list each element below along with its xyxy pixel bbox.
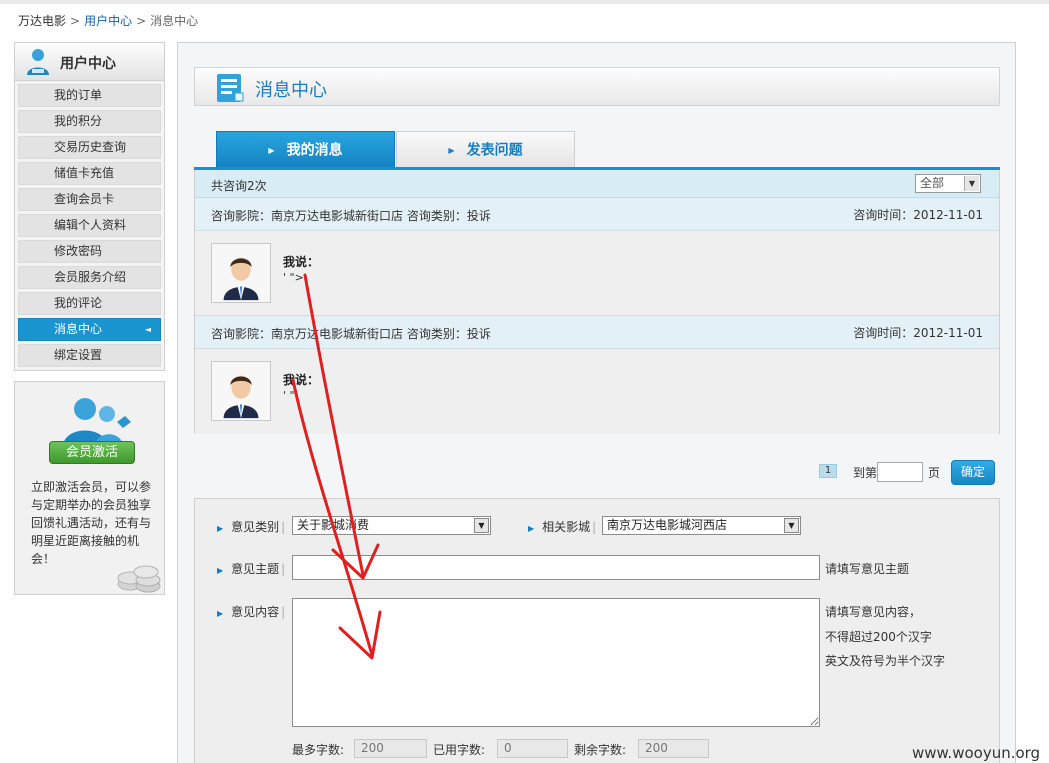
- subject-label: ▶ 意见主题 |: [217, 560, 285, 577]
- sidebar-item-binding-settings[interactable]: 绑定设置: [18, 344, 161, 367]
- breadcrumb-user-center[interactable]: 用户中心: [84, 14, 132, 28]
- page-number-link[interactable]: 1: [819, 464, 837, 478]
- content-label-text: 意见内容: [231, 605, 280, 619]
- dropdown-arrow-icon: ▼: [784, 518, 799, 533]
- sidebar-menu: 我的订单 我的积分 交易历史查询 储值卡充值 查询会员卡 编辑个人资料 修改密码…: [15, 81, 164, 367]
- avatar: [211, 361, 271, 421]
- label-divider: |: [281, 520, 286, 534]
- watermark: www.wooyun.org: [912, 744, 1041, 762]
- member-activation-promo: 会员激活 立即激活会员，可以参与定期举办的会员独享回馈礼遇活动，还有与明星近距离…: [14, 381, 165, 595]
- sidebar-item-stored-value-recharge[interactable]: 储值卡充值: [18, 162, 161, 185]
- triangle-right-icon: ▶: [217, 609, 224, 618]
- tab-post-question[interactable]: ▶ 发表问题: [396, 131, 575, 168]
- goto-page-label: 到第: [853, 466, 878, 480]
- cinema-label-text: 相关影城: [542, 520, 591, 534]
- message-time: 咨询时间：2012-11-01: [853, 208, 983, 222]
- sidebar-item-transaction-history[interactable]: 交易历史查询: [18, 136, 161, 159]
- triangle-right-icon: ▶: [268, 146, 275, 155]
- top-divider: [0, 0, 1049, 4]
- cinema-select[interactable]: 南京万达电影城河西店 ▼: [602, 516, 801, 535]
- label-divider: |: [281, 562, 286, 576]
- sidebar: 用户中心 我的订单 我的积分 交易历史查询 储值卡充值 查询会员卡 编辑个人资料…: [14, 42, 165, 371]
- content-hint-line-1: 请填写意见内容，: [825, 605, 922, 619]
- triangle-right-icon: ▶: [217, 524, 224, 533]
- sidebar-title: 用户中心: [60, 56, 116, 72]
- category-select[interactable]: 关于影城消费 ▼: [292, 516, 491, 535]
- content-label: ▶ 意见内容 |: [217, 603, 285, 620]
- message-cinema-info: 咨询影院：南京万达电影城新街口店 咨询类别：投诉: [211, 327, 491, 341]
- message-list-icon: [217, 74, 244, 102]
- subject-hint: 请填写意见主题: [825, 562, 910, 576]
- subject-label-text: 意见主题: [231, 562, 280, 576]
- category-label: ▶ 意见类别 |: [217, 518, 285, 535]
- feedback-form: ▶ 意见类别 | 关于影城消费 ▼ ▶ 相关影城 | 南京万达电影城河西店 ▼ ▶ 意见主…: [194, 498, 1000, 763]
- confirm-page-button[interactable]: 确定: [951, 460, 995, 485]
- sidebar-item-orders[interactable]: 我的订单: [18, 84, 161, 107]
- triangle-right-icon: ▶: [528, 524, 535, 533]
- subject-input[interactable]: [292, 555, 820, 580]
- sidebar-item-query-member-card[interactable]: 查询会员卡: [18, 188, 161, 211]
- message-cinema-info: 咨询影院：南京万达电影城新街口店 咨询类别：投诉: [211, 209, 491, 223]
- cinema-value: 南京万达电影城河西店: [607, 518, 728, 532]
- promo-description: 立即激活会员，可以参与定期举办的会员独享回馈礼遇活动，还有与明星近距离接触的机会…: [31, 480, 152, 566]
- message-header: 咨询影院：南京万达电影城新街口店 咨询类别：投诉 咨询时间：2012-11-01: [195, 316, 999, 349]
- remaining-chars-label: 剩余字数:: [574, 743, 627, 757]
- sidebar-item-edit-profile[interactable]: 编辑个人资料: [18, 214, 161, 237]
- used-chars-label: 已用字数:: [433, 743, 486, 757]
- sidebar-item-change-password[interactable]: 修改密码: [18, 240, 161, 263]
- dropdown-arrow-icon: ▼: [964, 176, 979, 191]
- breadcrumb-separator: >: [136, 14, 147, 28]
- label-divider: |: [592, 520, 597, 534]
- activate-member-button[interactable]: 会员激活: [49, 441, 135, 464]
- sidebar-item-points[interactable]: 我的积分: [18, 110, 161, 133]
- content-textarea[interactable]: [292, 598, 820, 727]
- dropdown-arrow-icon: ▼: [474, 518, 489, 533]
- remaining-chars-value: 200: [638, 739, 709, 758]
- label-divider: |: [281, 605, 286, 619]
- triangle-right-icon: ▶: [448, 146, 455, 155]
- message-header: 咨询影院：南京万达电影城新街口店 咨询类别：投诉 咨询时间：2012-11-01: [195, 198, 999, 231]
- max-chars-label: 最多字数:: [292, 743, 345, 757]
- category-value: 关于影城消费: [297, 518, 370, 532]
- coins-icon: [117, 565, 161, 593]
- filter-value: 全部: [920, 176, 945, 190]
- content-hint-line-3: 英文及符号为半个汉字: [825, 654, 946, 668]
- message-body: 我说： ' ": [195, 349, 999, 434]
- breadcrumb-current: 消息中心: [150, 14, 199, 28]
- message-filter-select[interactable]: 全部 ▼: [915, 174, 981, 193]
- page-title-bar: 消息中心: [194, 67, 1000, 106]
- cinema-label: ▶ 相关影城 |: [528, 518, 596, 535]
- sidebar-item-member-services[interactable]: 会员服务介绍: [18, 266, 161, 289]
- message-body: 我说： ' ">: [195, 231, 999, 316]
- sidebar-item-message-center[interactable]: 消息中心: [18, 318, 161, 341]
- message-speaker: 我说：: [283, 255, 320, 269]
- message-list: 共咨询2次 全部 ▼ 咨询影院：南京万达电影城新街口店 咨询类别：投诉 咨询时间…: [194, 170, 1000, 434]
- message-content: ' ">: [283, 271, 304, 284]
- tab-label: 我的消息: [286, 142, 343, 159]
- content-hint-line-2: 不得超过200个汉字: [825, 630, 932, 644]
- triangle-right-icon: ▶: [217, 566, 224, 575]
- category-label-text: 意见类别: [231, 520, 280, 534]
- breadcrumb-separator: >: [70, 14, 81, 28]
- avatar: [211, 243, 271, 303]
- main-panel: 消息中心 ▶ 我的消息 ▶ 发表问题 共咨询2次 全部 ▼ 咨询影院：南京万达电影城…: [177, 42, 1016, 763]
- sidebar-item-my-reviews[interactable]: 我的评论: [18, 292, 161, 315]
- breadcrumb: 万达电影 > 用户中心 > 消息中心: [18, 12, 198, 29]
- page-unit-label: 页: [928, 466, 941, 480]
- message-speaker: 我说：: [283, 373, 320, 387]
- user-icon: [27, 49, 49, 75]
- breadcrumb-home[interactable]: 万达电影: [18, 14, 66, 28]
- sidebar-header: 用户中心: [15, 43, 164, 81]
- page-title: 消息中心: [255, 80, 327, 101]
- max-chars-value: 200: [354, 739, 427, 758]
- message-content: ' ": [283, 389, 295, 402]
- message-time: 咨询时间：2012-11-01: [853, 326, 983, 340]
- consultation-count: 共咨询2次: [211, 179, 267, 193]
- tab-label: 发表问题: [466, 142, 523, 159]
- used-chars-value: 0: [497, 739, 568, 758]
- goto-page-input[interactable]: [877, 462, 923, 482]
- message-summary-bar: 共咨询2次 全部 ▼: [195, 170, 999, 198]
- tab-my-messages[interactable]: ▶ 我的消息: [216, 131, 395, 168]
